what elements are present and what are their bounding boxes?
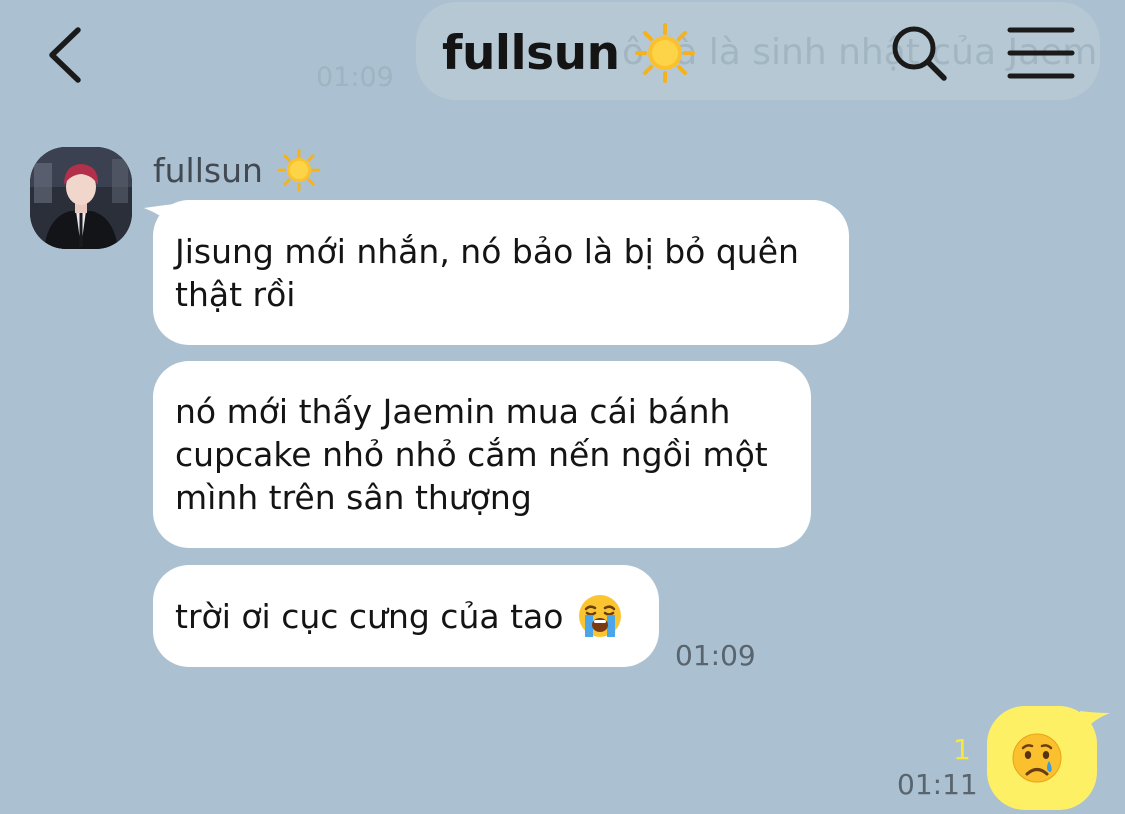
- chat-title-text: fullsun: [442, 25, 620, 81]
- search-button[interactable]: [888, 22, 950, 84]
- search-icon: [892, 26, 947, 81]
- message-timestamp: 01:09: [675, 639, 756, 672]
- back-button[interactable]: [40, 20, 100, 90]
- chevron-left-icon: [49, 27, 81, 83]
- sun-emoji-icon: [634, 23, 695, 83]
- message-text: trời ơi cục cưng của tao: [175, 596, 564, 636]
- sender-name-text: fullsun: [153, 150, 263, 190]
- unread-count: 1: [953, 733, 971, 766]
- chat-title[interactable]: fullsun: [442, 22, 696, 84]
- loudly-crying-face-emoji-icon: [579, 595, 622, 637]
- sender-avatar[interactable]: [30, 147, 132, 249]
- message-bubble[interactable]: Jisung mới nhắn, nó bảo là bị bỏ quên th…: [153, 200, 849, 345]
- message-text: Jisung mới nhắn, nó bảo là bị bỏ quên th…: [175, 231, 799, 314]
- message-timestamp: 01:11: [897, 768, 978, 801]
- avatar-image: [30, 147, 132, 249]
- bubble-tail: [1080, 711, 1110, 731]
- crying-face-emoji-icon: [1012, 733, 1062, 783]
- sender-name: fullsun: [153, 148, 321, 192]
- hamburger-menu-icon: [1007, 27, 1075, 79]
- background-timestamp: 01:09: [316, 62, 394, 93]
- menu-button[interactable]: [1006, 24, 1076, 82]
- sun-emoji-icon: [277, 148, 321, 192]
- message-bubble[interactable]: nó mới thấy Jaemin mua cái bánh cupcake …: [153, 361, 811, 548]
- message-bubble[interactable]: trời ơi cục cưng của tao: [153, 565, 659, 667]
- message-text: nó mới thấy Jaemin mua cái bánh cupcake …: [175, 392, 768, 517]
